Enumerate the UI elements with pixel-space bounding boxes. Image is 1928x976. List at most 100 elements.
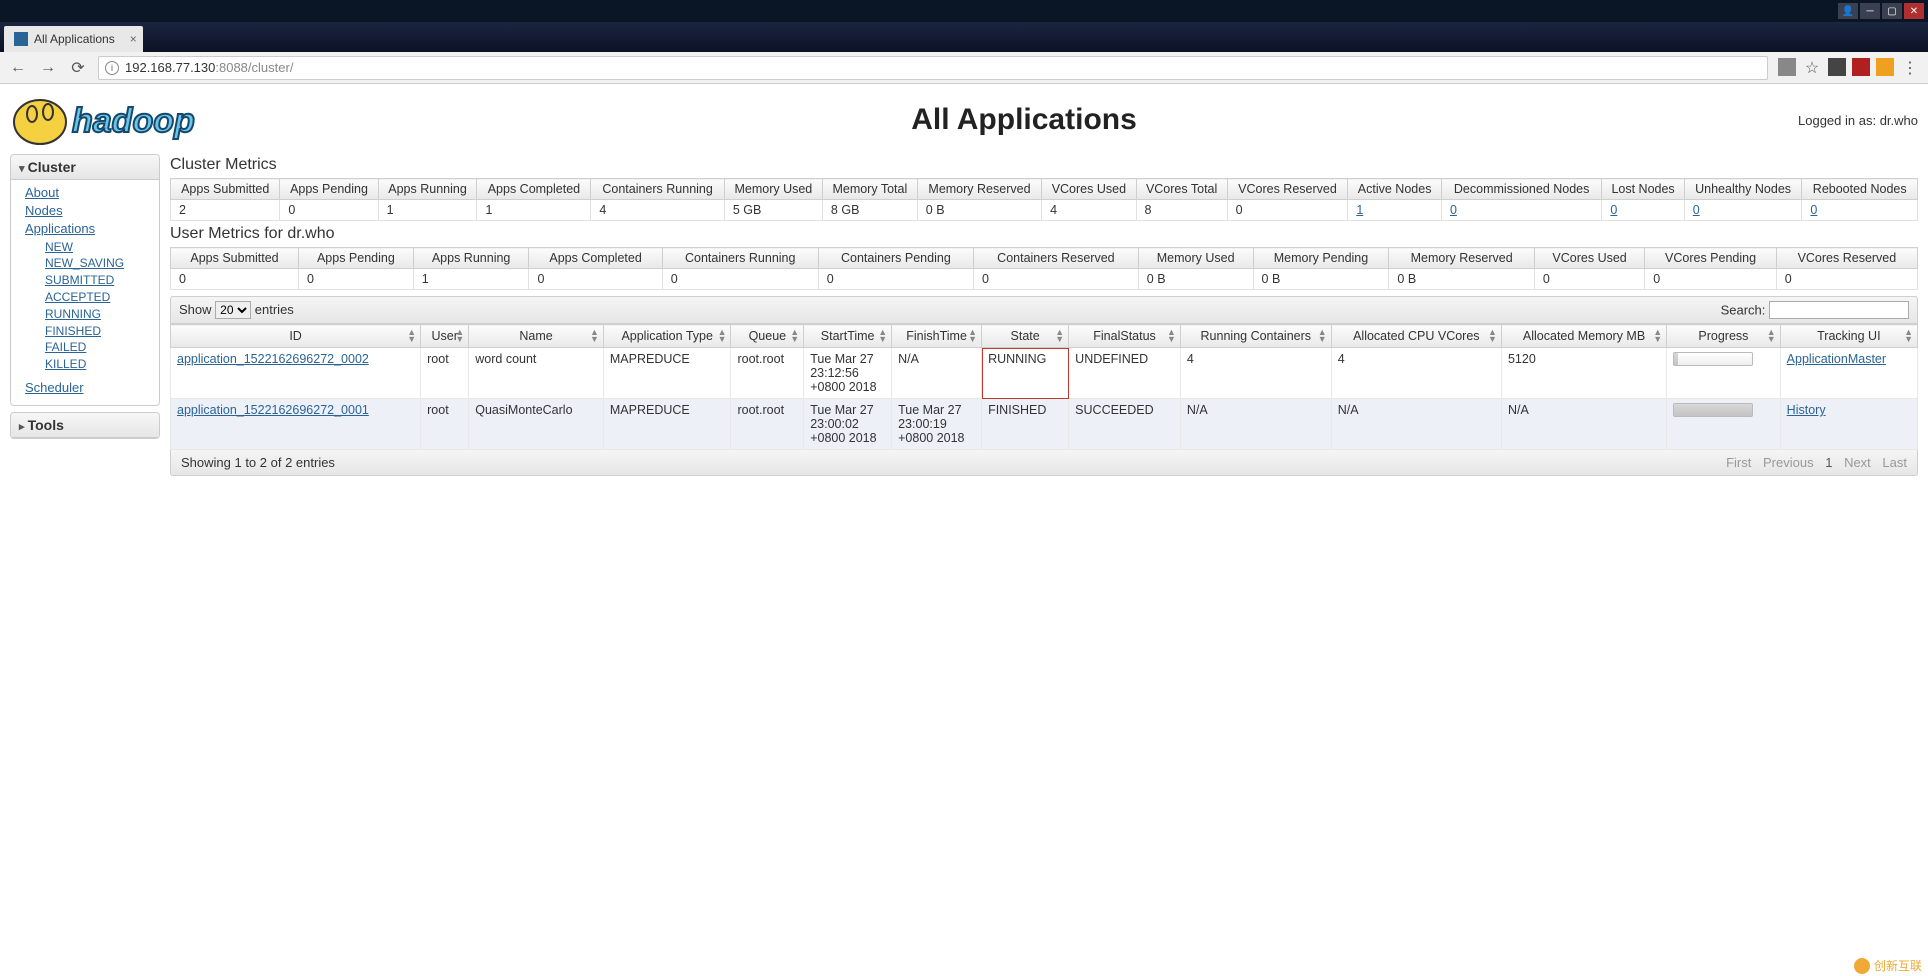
um-v-containers-running: 0 bbox=[662, 269, 818, 290]
window-user-icon[interactable]: 👤 bbox=[1838, 3, 1858, 19]
um-h-apps-submitted: Apps Submitted bbox=[171, 248, 299, 269]
url-port: :8088 bbox=[215, 60, 248, 75]
col-name[interactable]: Name▲▼ bbox=[469, 325, 604, 348]
app-id-link[interactable]: application_1522162696272_0002 bbox=[177, 352, 369, 366]
active-nodes-link[interactable]: 1 bbox=[1356, 203, 1363, 217]
sidebar-link-killed[interactable]: KILLED bbox=[45, 356, 149, 373]
entries-label: entries bbox=[255, 302, 294, 317]
sidebar-link-submitted[interactable]: SUBMITTED bbox=[45, 272, 149, 289]
um-h-apps-running: Apps Running bbox=[413, 248, 529, 269]
url-host: 192.168.77.130 bbox=[125, 60, 215, 75]
um-v-vcores-reserved: 0 bbox=[1776, 269, 1917, 290]
nav-back-button[interactable]: ← bbox=[8, 59, 28, 77]
watermark-icon bbox=[1854, 958, 1870, 974]
page-current[interactable]: 1 bbox=[1825, 455, 1832, 470]
col-queue[interactable]: Queue▲▼ bbox=[731, 325, 804, 348]
sidebar-link-applications[interactable]: Applications bbox=[25, 220, 149, 238]
page-next[interactable]: Next bbox=[1844, 455, 1871, 470]
translate-icon[interactable] bbox=[1778, 58, 1796, 76]
sidebar-link-finished[interactable]: FINISHED bbox=[45, 323, 149, 340]
col-alloc-cpu[interactable]: Allocated CPU VCores▲▼ bbox=[1331, 325, 1501, 348]
sort-icon: ▲▼ bbox=[1167, 329, 1176, 343]
cm-h-decom-nodes: Decommissioned Nodes bbox=[1441, 179, 1601, 200]
sort-icon: ▲▼ bbox=[407, 329, 416, 343]
window-maximize-button[interactable]: ▢ bbox=[1882, 3, 1902, 19]
sort-icon: ▲▼ bbox=[968, 329, 977, 343]
cm-h-lost-nodes: Lost Nodes bbox=[1602, 179, 1684, 200]
nav-reload-button[interactable]: ⟳ bbox=[68, 58, 88, 78]
browser-tab-title: All Applications bbox=[34, 32, 115, 46]
col-finish-time[interactable]: FinishTime▲▼ bbox=[892, 325, 982, 348]
col-id[interactable]: ID▲▼ bbox=[171, 325, 421, 348]
rebooted-nodes-link[interactable]: 0 bbox=[1810, 203, 1817, 217]
col-alloc-mem[interactable]: Allocated Memory MB▲▼ bbox=[1501, 325, 1666, 348]
decom-nodes-link[interactable]: 0 bbox=[1450, 203, 1457, 217]
sidebar-link-about[interactable]: About bbox=[25, 184, 149, 202]
cm-v-apps-completed: 1 bbox=[477, 200, 591, 221]
search-input[interactable] bbox=[1769, 301, 1909, 319]
um-h-vcores-reserved: VCores Reserved bbox=[1776, 248, 1917, 269]
um-v-memory-reserved: 0 B bbox=[1389, 269, 1535, 290]
cm-h-unhealthy-nodes: Unhealthy Nodes bbox=[1684, 179, 1802, 200]
bookmark-star-icon[interactable]: ☆ bbox=[1802, 58, 1822, 78]
site-info-icon[interactable]: i bbox=[105, 61, 119, 75]
tab-close-icon[interactable]: × bbox=[130, 32, 137, 46]
um-h-containers-reserved: Containers Reserved bbox=[973, 248, 1138, 269]
window-close-button[interactable]: ✕ bbox=[1904, 3, 1924, 19]
sidebar-link-nodes[interactable]: Nodes bbox=[25, 202, 149, 220]
sidebar-tools-header[interactable]: Tools bbox=[11, 413, 159, 438]
sidebar-cluster-header[interactable]: Cluster bbox=[11, 155, 159, 180]
sidebar-link-new[interactable]: NEW bbox=[45, 239, 149, 256]
col-app-type[interactable]: Application Type▲▼ bbox=[603, 325, 731, 348]
um-h-apps-completed: Apps Completed bbox=[529, 248, 662, 269]
tracking-link[interactable]: ApplicationMaster bbox=[1787, 352, 1886, 366]
page-length-select[interactable]: 20 bbox=[215, 301, 251, 319]
cm-v-active-nodes: 1 bbox=[1348, 200, 1442, 221]
cell-progress bbox=[1667, 399, 1781, 450]
sort-icon: ▲▼ bbox=[1055, 329, 1064, 343]
col-progress[interactable]: Progress▲▼ bbox=[1667, 325, 1781, 348]
extension-icon-pdf[interactable] bbox=[1852, 58, 1870, 76]
url-path: /cluster/ bbox=[248, 60, 294, 75]
cell-user: root bbox=[421, 399, 469, 450]
cm-v-apps-pending: 0 bbox=[280, 200, 378, 221]
cm-h-active-nodes: Active Nodes bbox=[1348, 179, 1442, 200]
user-metrics-title: User Metrics for dr.who bbox=[170, 225, 1918, 243]
url-field[interactable]: i 192.168.77.130:8088/cluster/ bbox=[98, 56, 1768, 80]
unhealthy-nodes-link[interactable]: 0 bbox=[1693, 203, 1700, 217]
lost-nodes-link[interactable]: 0 bbox=[1610, 203, 1617, 217]
extension-icon-1[interactable] bbox=[1828, 58, 1846, 76]
page-first[interactable]: First bbox=[1726, 455, 1751, 470]
page-previous[interactable]: Previous bbox=[1763, 455, 1814, 470]
logged-in-user: dr.who bbox=[1880, 113, 1918, 128]
tracking-link[interactable]: History bbox=[1787, 403, 1826, 417]
logged-in-label: Logged in as: dr.who bbox=[1798, 113, 1918, 128]
sidebar-link-new-saving[interactable]: NEW_SAVING bbox=[45, 255, 149, 272]
cluster-metrics-title: Cluster Metrics bbox=[170, 156, 1918, 174]
col-final-status[interactable]: FinalStatus▲▼ bbox=[1069, 325, 1181, 348]
window-minimize-button[interactable]: ─ bbox=[1860, 3, 1880, 19]
pagination: First Previous 1 Next Last bbox=[1718, 455, 1907, 470]
cell-final-status: UNDEFINED bbox=[1069, 348, 1181, 399]
nav-forward-button[interactable]: → bbox=[38, 59, 58, 77]
sidebar-cluster-panel: Cluster About Nodes Applications NEW NEW… bbox=[10, 154, 160, 406]
app-id-link[interactable]: application_1522162696272_0001 bbox=[177, 403, 369, 417]
sort-icon: ▲▼ bbox=[1653, 329, 1662, 343]
page-last[interactable]: Last bbox=[1882, 455, 1907, 470]
col-start-time[interactable]: StartTime▲▼ bbox=[804, 325, 892, 348]
browser-menu-button[interactable]: ⋮ bbox=[1900, 58, 1920, 78]
sidebar-link-scheduler[interactable]: Scheduler bbox=[25, 379, 149, 397]
um-v-memory-used: 0 B bbox=[1138, 269, 1253, 290]
col-state[interactable]: State▲▼ bbox=[982, 325, 1069, 348]
um-h-memory-used: Memory Used bbox=[1138, 248, 1253, 269]
col-tracking-ui[interactable]: Tracking UI▲▼ bbox=[1780, 325, 1917, 348]
cell-alloc-mem: 5120 bbox=[1501, 348, 1666, 399]
browser-tab-active[interactable]: All Applications × bbox=[4, 26, 143, 52]
cm-h-apps-pending: Apps Pending bbox=[280, 179, 378, 200]
extension-icon-3[interactable] bbox=[1876, 58, 1894, 76]
sidebar-link-running[interactable]: RUNNING bbox=[45, 306, 149, 323]
sidebar-link-failed[interactable]: FAILED bbox=[45, 339, 149, 356]
col-user[interactable]: User▲▼ bbox=[421, 325, 469, 348]
col-running-containers[interactable]: Running Containers▲▼ bbox=[1180, 325, 1331, 348]
sidebar-link-accepted[interactable]: ACCEPTED bbox=[45, 289, 149, 306]
